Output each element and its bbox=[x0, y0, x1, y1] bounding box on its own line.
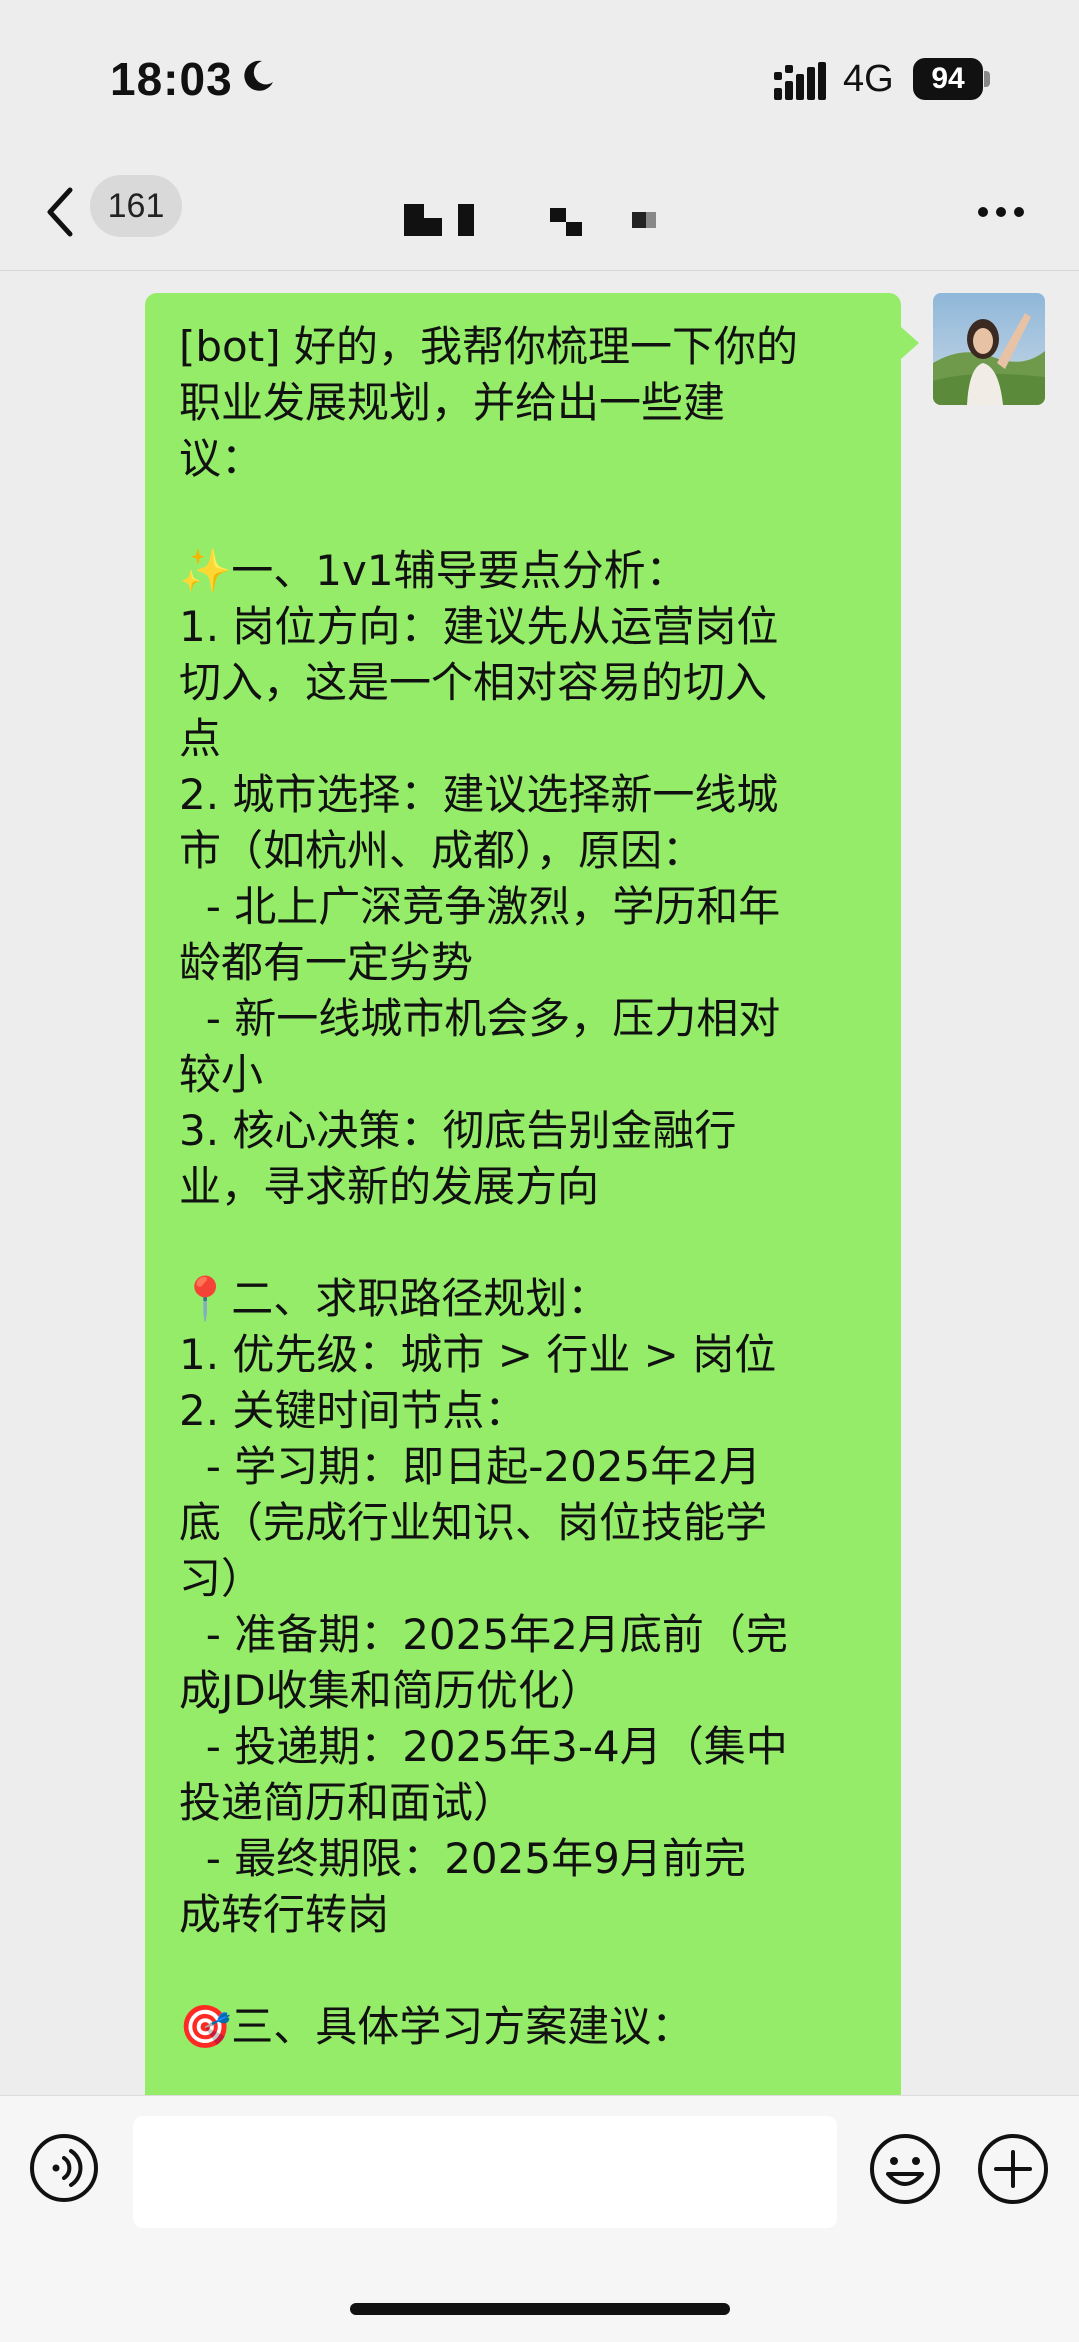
message-line bbox=[179, 1215, 879, 1271]
message-line: - 北上广深竞争激烈，学历和年 bbox=[179, 882, 781, 931]
message-line: 较小 bbox=[179, 1050, 264, 1099]
message-line: 2. 关键时间节点： bbox=[179, 1386, 527, 1435]
message-line: ✨一、1v1辅导要点分析： bbox=[179, 546, 688, 595]
message-input[interactable] bbox=[133, 2116, 837, 2228]
message-line: 职业发展规划，并给出一些建 bbox=[179, 378, 726, 427]
message-line: 龄都有一定劣势 bbox=[179, 938, 474, 987]
network-type: 4G bbox=[843, 58, 894, 100]
message-line: - 最终期限：2025年9月前完 bbox=[179, 1834, 746, 1883]
message-line: 成转行转岗 bbox=[179, 1890, 390, 1939]
message-line: 底（完成行业知识、岗位技能学 bbox=[179, 1498, 768, 1547]
message-line: - 新一线城市机会多，压力相对 bbox=[179, 994, 781, 1043]
message-line: 成JD收集和简历优化） bbox=[179, 1666, 602, 1715]
signal-icon bbox=[774, 62, 826, 100]
message-line bbox=[179, 487, 879, 543]
message-line: 点 bbox=[179, 714, 222, 763]
chat-message-area[interactable]: [bot] 好的，我帮你梳理一下你的 职业发展规划，并给出一些建 议： ✨一、1v1辅… bbox=[0, 271, 1079, 2095]
message-line: 1. 优先级：城市 > 行业 > 岗位 bbox=[179, 1330, 777, 1379]
message-line: - 准备期：2025年2月底前（完 bbox=[179, 1610, 788, 1659]
message-line: 3. 核心决策：彻底告别金融行 bbox=[179, 1106, 737, 1155]
battery-indicator: 94 bbox=[913, 58, 983, 100]
message-line bbox=[179, 1943, 879, 1999]
message-line: 🎯三、具体学习方案建议： bbox=[179, 2002, 694, 2051]
status-bar: 18:03 4G 94 bbox=[0, 0, 1079, 160]
message-line: 市（如杭州、成都），原因： bbox=[179, 826, 705, 875]
more-options-icon[interactable] bbox=[975, 200, 1027, 224]
message-bubble[interactable]: [bot] 好的，我帮你梳理一下你的 职业发展规划，并给出一些建 议： ✨一、1v1辅… bbox=[145, 293, 901, 2095]
chat-title-redacted bbox=[404, 204, 656, 236]
battery-cap bbox=[984, 71, 990, 87]
bubble-tail bbox=[901, 327, 919, 359]
message-line: - 投递期：2025年3-4月（集中 bbox=[179, 1722, 788, 1771]
message-line: 投递简历和面试） bbox=[179, 1778, 516, 1827]
chat-nav-bar: 161 bbox=[0, 160, 1079, 271]
moon-icon bbox=[244, 60, 273, 91]
avatar-photo bbox=[933, 293, 1045, 405]
status-time: 18:03 bbox=[110, 53, 233, 105]
message-line: [bot] 好的，我帮你梳理一下你的 bbox=[179, 322, 798, 371]
unread-count-badge[interactable]: 161 bbox=[90, 175, 182, 237]
chat-input-bar bbox=[0, 2095, 1079, 2342]
message-line: 议： bbox=[179, 434, 264, 483]
message-line: 业，寻求新的发展方向 bbox=[179, 1162, 600, 1211]
message-line: 切入，这是一个相对容易的切入 bbox=[179, 658, 768, 707]
message-line: 2. 城市选择：建议选择新一线城 bbox=[179, 770, 779, 819]
add-attachment-icon[interactable] bbox=[976, 2132, 1050, 2206]
message-line: - 学习期：即日起-2025年2月 bbox=[179, 1442, 761, 1491]
emoji-icon[interactable] bbox=[868, 2132, 942, 2206]
message-line: 📍二、求职路径规划： bbox=[179, 1274, 610, 1323]
message-line: 1. 岗位方向：建议先从运营岗位 bbox=[179, 602, 779, 651]
message-text: [bot] 好的，我帮你梳理一下你的 职业发展规划，并给出一些建 议： ✨一、1v1辅… bbox=[179, 319, 879, 2055]
voice-input-icon[interactable] bbox=[28, 2132, 100, 2204]
message-line: 习） bbox=[179, 1554, 264, 1603]
avatar[interactable] bbox=[933, 293, 1045, 405]
home-indicator bbox=[350, 2303, 730, 2315]
back-chevron-icon[interactable] bbox=[40, 182, 80, 242]
